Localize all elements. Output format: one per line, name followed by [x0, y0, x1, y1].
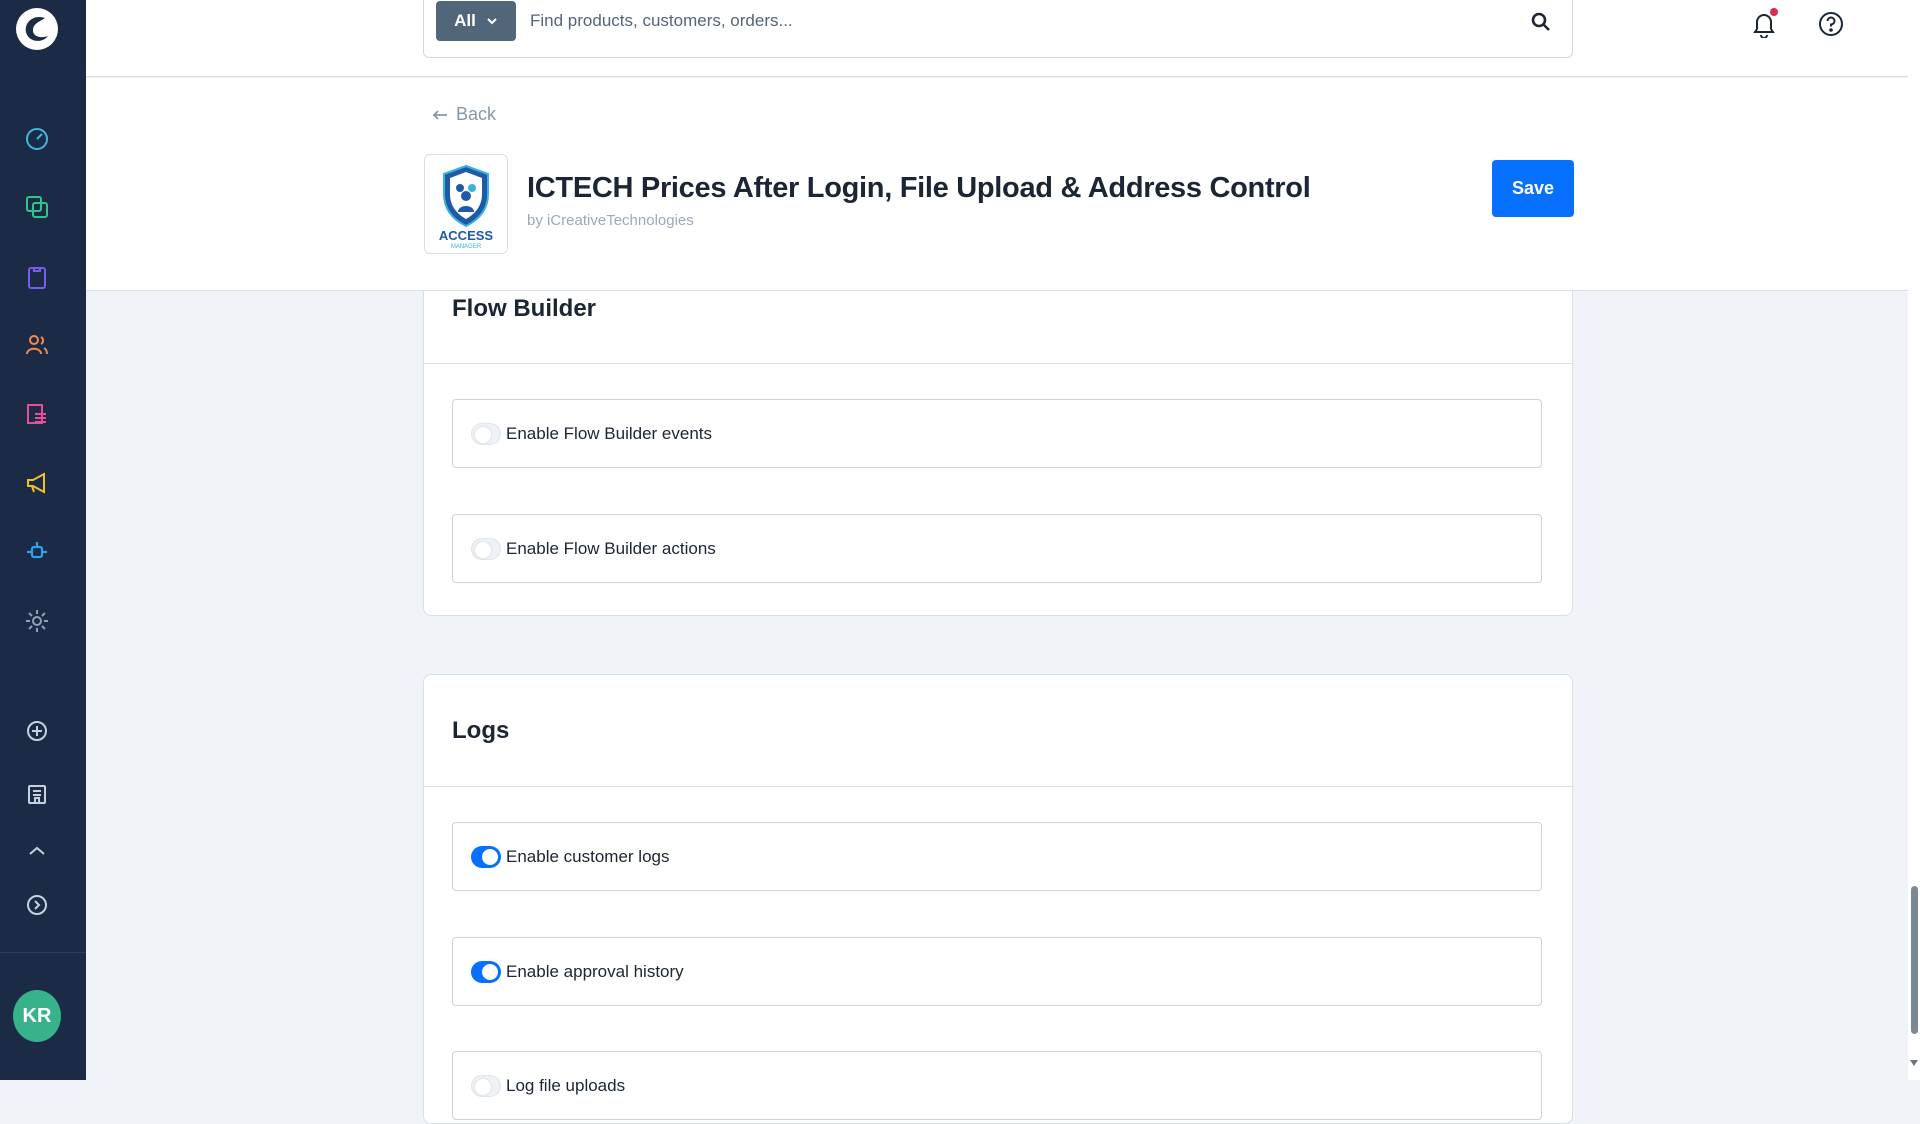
approval-history-switch[interactable] — [471, 960, 501, 983]
dashboard-gauge-icon[interactable] — [22, 124, 52, 154]
sales-channel-store-icon[interactable] — [22, 779, 52, 809]
shopware-logo-icon[interactable] — [14, 6, 60, 52]
notification-dot — [1770, 8, 1778, 16]
chevron-down-icon — [487, 18, 497, 25]
file-upload-logs-label: Log file uploads — [506, 1075, 626, 1095]
catalog-copy-icon[interactable] — [22, 192, 52, 222]
extensions-plug-icon[interactable] — [22, 537, 52, 567]
logs-card: Logs Enable customer logs Enable approva… — [423, 674, 1573, 1124]
logs-title: Logs — [452, 717, 510, 744]
customers-users-icon[interactable] — [22, 330, 52, 360]
flow-builder-actions-label: Enable Flow Builder actions — [506, 538, 716, 558]
app-vendor[interactable]: by iCreativeTechnologies — [527, 212, 694, 229]
collapse-arrow-icon[interactable] — [22, 890, 52, 920]
app-logo-text: ACCESS — [439, 228, 494, 243]
approval-history-row: Enable approval history — [452, 937, 1542, 1006]
scroll-down-arrow-icon[interactable] — [1910, 1060, 1918, 1066]
notification-bell-icon[interactable] — [1746, 6, 1782, 42]
save-button[interactable]: Save — [1492, 160, 1574, 217]
file-upload-logs-row: Log file uploads — [452, 1051, 1542, 1120]
chevron-up-icon[interactable] — [22, 844, 52, 858]
customer-logs-row: Enable customer logs — [452, 822, 1542, 891]
approval-history-label: Enable approval history — [506, 961, 684, 981]
marketing-megaphone-icon[interactable] — [22, 468, 52, 498]
flow-builder-events-switch[interactable] — [471, 422, 501, 445]
settings-gear-icon[interactable] — [22, 606, 52, 636]
add-circle-icon[interactable] — [22, 716, 52, 746]
app-title: ICTECH Prices After Login, File Upload &… — [527, 172, 1311, 204]
page-header: Back ACCESS MANAGER ICTECH Prices After … — [86, 78, 1908, 291]
customer-logs-label: Enable customer logs — [506, 846, 670, 866]
search-icon[interactable] — [1526, 7, 1556, 37]
card-divider — [424, 786, 1572, 787]
help-icon[interactable] — [1813, 6, 1849, 42]
app-logo: ACCESS MANAGER — [424, 154, 508, 254]
scrollbar-thumb[interactable] — [1911, 886, 1918, 1034]
card-divider — [424, 363, 1572, 364]
user-avatar[interactable]: KR — [13, 990, 61, 1042]
app-logo-subtext: MANAGER — [451, 244, 482, 250]
flow-builder-events-label: Enable Flow Builder events — [506, 423, 713, 443]
global-search: All — [423, 0, 1573, 58]
customer-logs-switch[interactable] — [471, 845, 501, 868]
sidebar: KR — [0, 0, 86, 1080]
flow-builder-actions-switch[interactable] — [471, 537, 501, 560]
top-bar: All — [86, 0, 1908, 77]
orders-clipboard-icon[interactable] — [22, 262, 52, 292]
search-type-label: All — [454, 11, 476, 30]
file-upload-logs-switch[interactable] — [471, 1074, 501, 1097]
flow-builder-title: Flow Builder — [452, 295, 596, 322]
sidebar-divider — [0, 952, 86, 953]
back-label: Back — [456, 104, 497, 124]
flow-builder-events-row: Enable Flow Builder events — [452, 399, 1542, 468]
arrow-left-icon — [432, 109, 447, 120]
search-type-dropdown[interactable]: All — [436, 1, 516, 41]
search-input[interactable] — [530, 1, 1490, 41]
flow-builder-actions-row: Enable Flow Builder actions — [452, 514, 1542, 583]
page-scrollbar[interactable] — [1908, 0, 1920, 1080]
content-list-icon[interactable] — [22, 399, 52, 429]
back-link[interactable]: Back — [432, 104, 496, 125]
